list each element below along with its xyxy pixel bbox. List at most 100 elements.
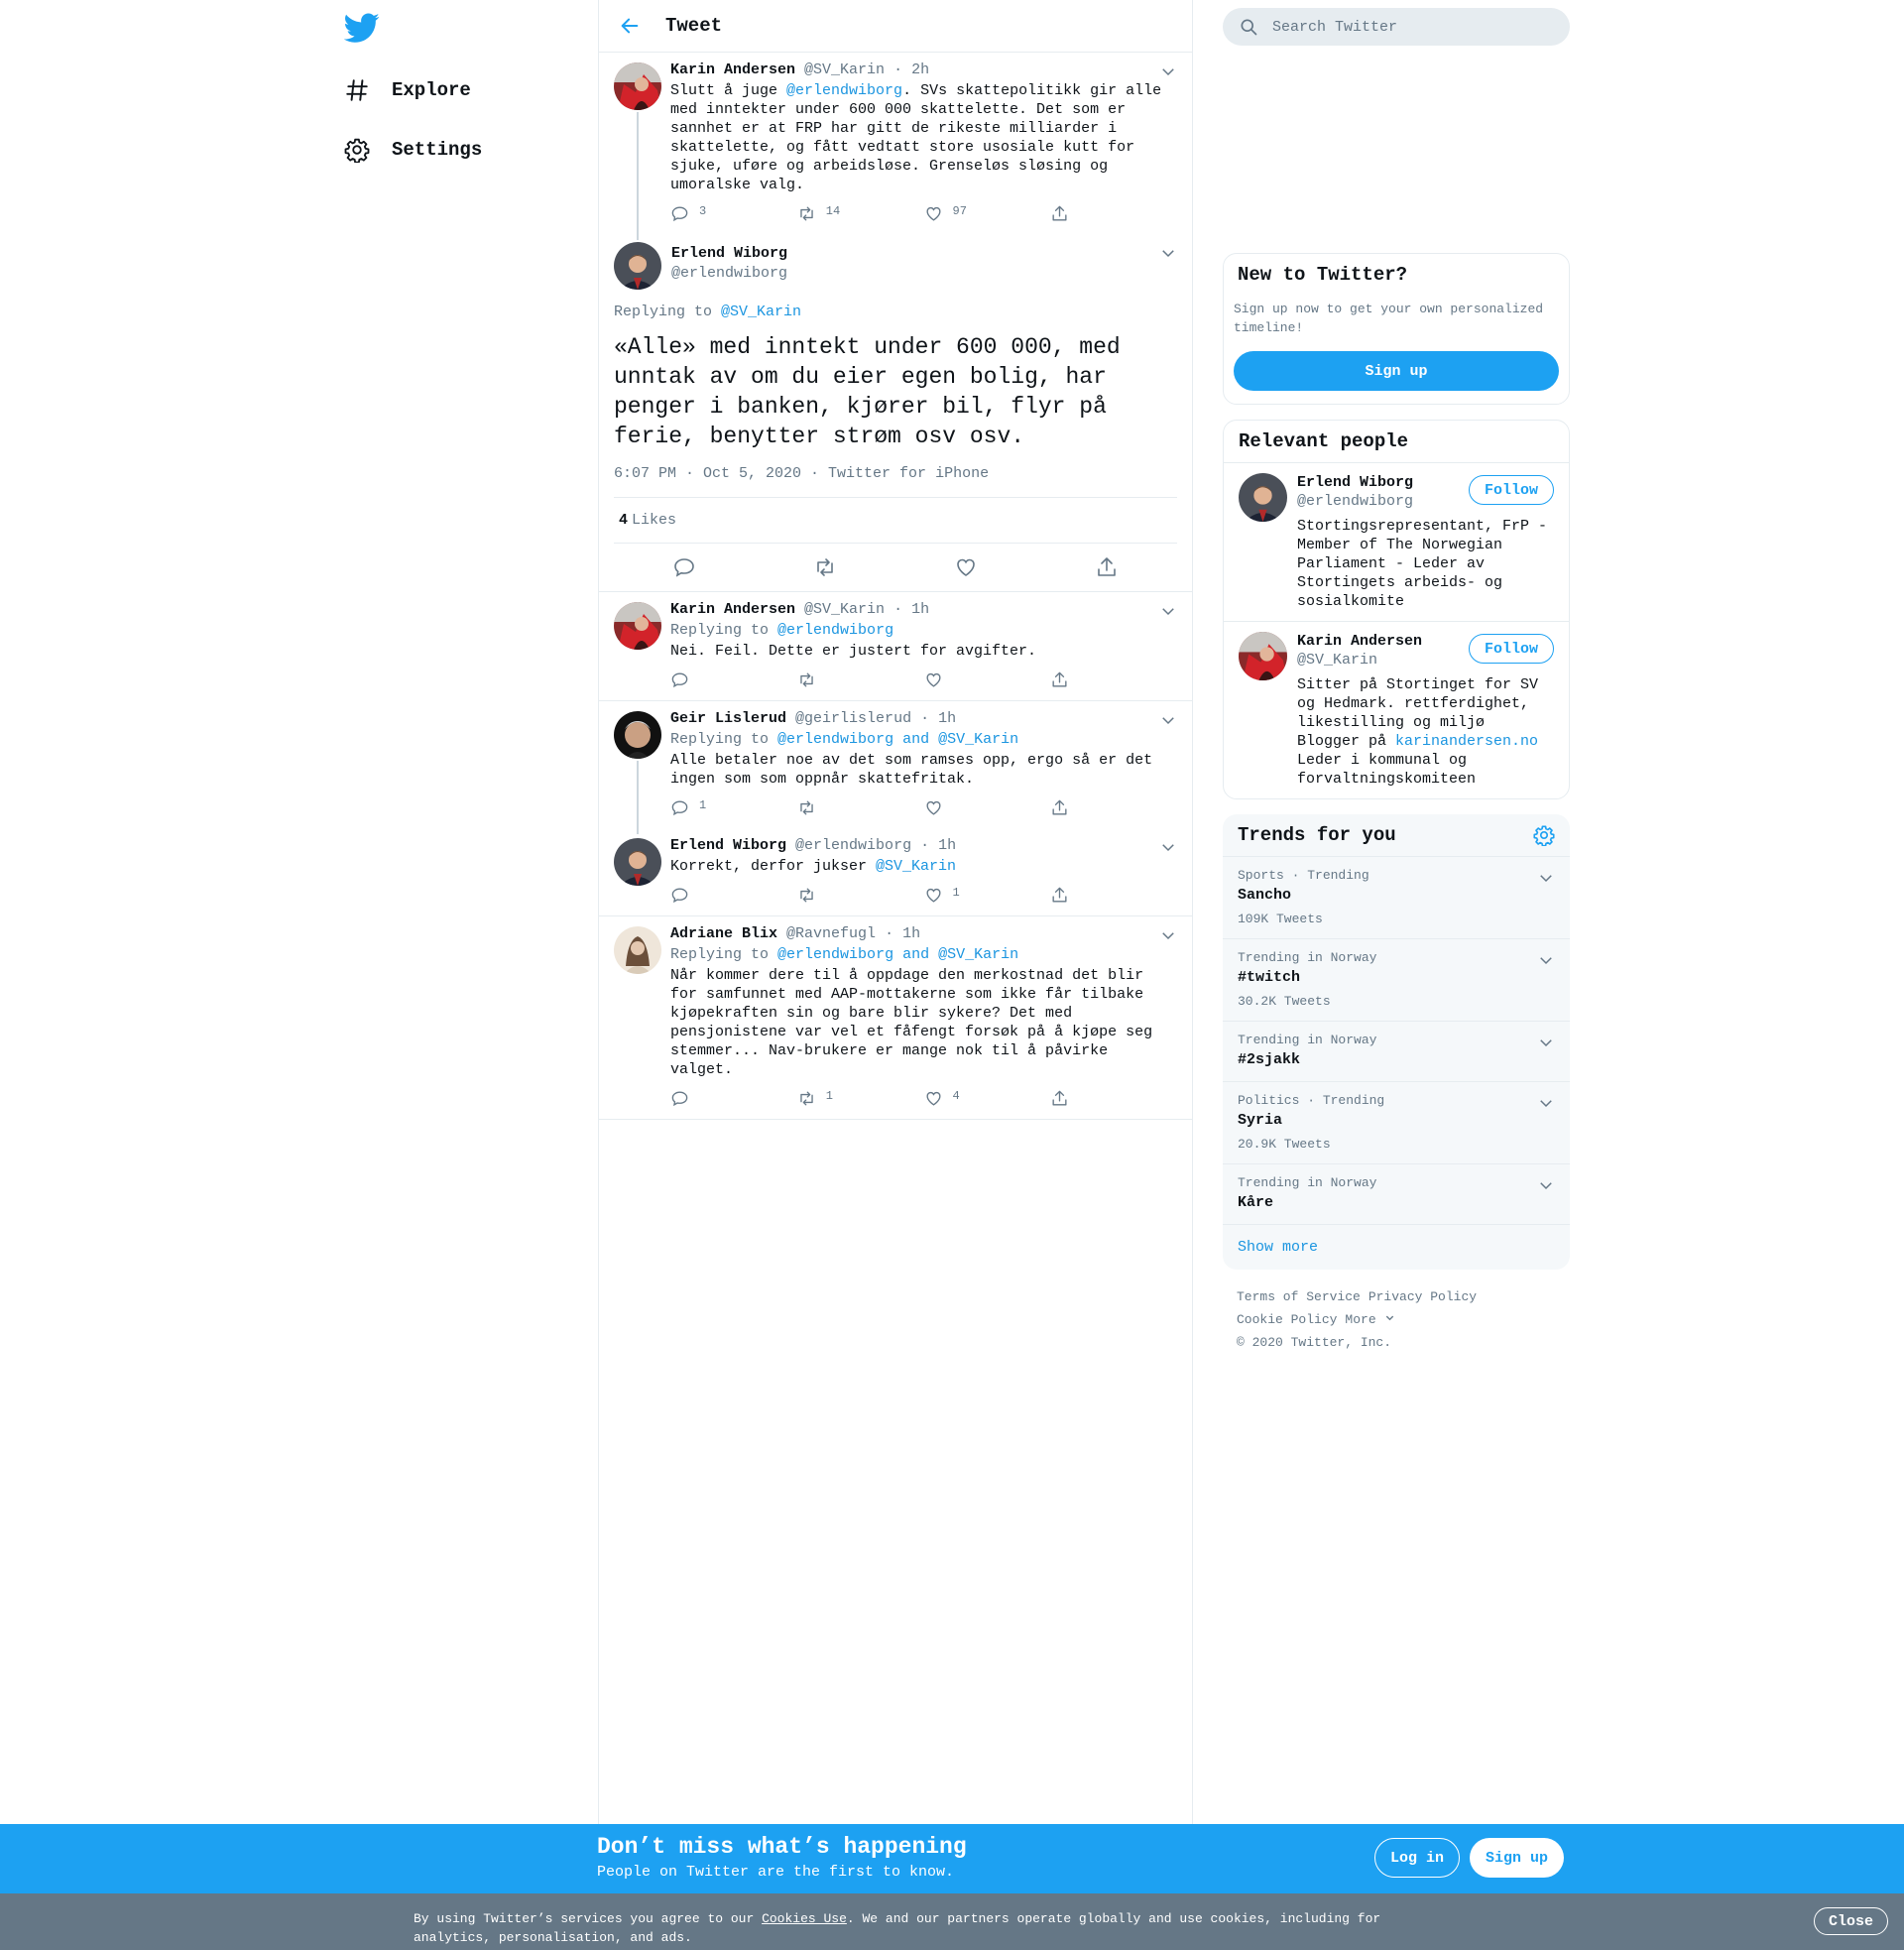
retweet-button[interactable] <box>797 886 924 906</box>
author-name[interactable]: Geir Lislerud <box>670 710 786 727</box>
chevron-down-icon[interactable] <box>1159 244 1177 262</box>
sign-up-button[interactable]: Sign up <box>1234 351 1559 391</box>
share-icon[interactable] <box>1095 555 1119 579</box>
chevron-down-icon[interactable] <box>1537 869 1555 887</box>
show-more-link[interactable]: Show more <box>1223 1225 1570 1270</box>
author-handle[interactable]: @erlendwiborg <box>671 264 787 283</box>
chevron-down-icon[interactable] <box>1537 951 1555 969</box>
chevron-down-icon[interactable] <box>1159 711 1177 729</box>
timestamp-link[interactable]: 6:07 PM · Oct 5, 2020 <box>614 465 801 482</box>
reply-tweet[interactable]: Geir Lislerud @geirlislerud · 1h Replyin… <box>599 701 1192 834</box>
avatar[interactable] <box>614 926 661 974</box>
cookies-use-link[interactable]: Cookies Use <box>762 1911 847 1926</box>
retweet-icon[interactable] <box>813 555 837 579</box>
twitter-bird-icon[interactable] <box>344 10 380 46</box>
replying-and[interactable]: and <box>902 946 929 963</box>
reply-tweet[interactable]: Karin Andersen @SV_Karin · 1h Replying t… <box>599 592 1192 701</box>
reply-button[interactable] <box>670 1089 797 1109</box>
search-box[interactable] <box>1223 8 1570 46</box>
avatar[interactable] <box>614 62 661 110</box>
mention-link[interactable]: @SV_Karin <box>876 858 956 875</box>
reply-button[interactable]: 1 <box>670 798 797 818</box>
trend-item[interactable]: Trending in Norway #twitch 30.2K Tweets <box>1223 939 1570 1022</box>
retweet-button[interactable] <box>797 798 924 818</box>
mention-link[interactable]: @erlendwiborg <box>786 82 902 99</box>
author-handle[interactable]: @erlendwiborg <box>795 837 911 854</box>
avatar[interactable] <box>1239 632 1287 680</box>
mention-link[interactable]: @erlendwiborg <box>777 731 893 748</box>
mention-link[interactable]: @erlendwiborg <box>777 946 893 963</box>
cookie-policy-link[interactable]: Cookie Policy <box>1237 1312 1337 1327</box>
replying-and[interactable]: and <box>902 731 929 748</box>
back-button[interactable] <box>614 10 646 42</box>
privacy-link[interactable]: Privacy Policy <box>1368 1289 1477 1304</box>
tweet-time[interactable]: 1h <box>938 710 956 727</box>
mention-link[interactable]: @SV_Karin <box>938 946 1018 963</box>
author-name[interactable]: Erlend Wiborg <box>671 244 787 264</box>
search-input[interactable] <box>1272 18 1540 36</box>
trend-item[interactable]: Politics · Trending Syria 20.9K Tweets <box>1223 1082 1570 1164</box>
chevron-down-icon[interactable] <box>1537 1176 1555 1194</box>
author-handle[interactable]: @geirlislerud <box>795 710 911 727</box>
author-handle[interactable]: @SV_Karin <box>804 61 885 78</box>
tweet-time[interactable]: 1h <box>938 837 956 854</box>
tweet-time[interactable]: 1h <box>911 601 929 618</box>
tweet-time[interactable]: 1h <box>902 925 920 942</box>
like-button[interactable]: 97 <box>924 204 1051 224</box>
likes-summary[interactable]: 4 Likes <box>614 498 1177 544</box>
person-item[interactable]: Karin Andersen @SV_Karin Sitter på Stort… <box>1224 622 1569 798</box>
chevron-down-icon[interactable] <box>1159 838 1177 856</box>
author-name[interactable]: Erlend Wiborg <box>670 837 786 854</box>
reply-button[interactable] <box>670 670 797 690</box>
follow-button[interactable]: Follow <box>1468 634 1554 664</box>
chevron-down-icon[interactable] <box>1159 926 1177 944</box>
retweet-button[interactable]: 1 <box>797 1089 924 1109</box>
mention-link[interactable]: @SV_Karin <box>938 731 1018 748</box>
follow-button[interactable]: Follow <box>1468 475 1554 505</box>
nav-explore[interactable]: Explore <box>342 67 590 113</box>
chevron-down-icon[interactable] <box>1159 602 1177 620</box>
terms-link[interactable]: Terms of Service <box>1237 1289 1361 1304</box>
tweet-source[interactable]: Twitter for iPhone <box>828 465 989 482</box>
chevron-down-icon[interactable] <box>1159 62 1177 80</box>
parent-tweet[interactable]: Karin Andersen @SV_Karin · 2h Slutt å ju… <box>599 53 1192 240</box>
like-button[interactable] <box>924 670 1051 690</box>
avatar[interactable] <box>1239 473 1287 522</box>
close-button[interactable]: Close <box>1814 1907 1889 1935</box>
log-in-button[interactable]: Log in <box>1374 1838 1461 1878</box>
chevron-down-icon[interactable] <box>1537 1034 1555 1051</box>
author-handle[interactable]: @Ravnefugl <box>786 925 876 942</box>
reply-tweet[interactable]: Adriane Blix @Ravnefugl · 1h Replying to… <box>599 916 1192 1120</box>
share-button[interactable] <box>1050 886 1177 906</box>
mention-link[interactable]: @SV_Karin <box>721 304 801 320</box>
like-button[interactable]: 4 <box>924 1089 1051 1109</box>
sign-up-button[interactable]: Sign up <box>1470 1838 1565 1878</box>
author-name[interactable]: Adriane Blix <box>670 925 777 942</box>
tweet-time[interactable]: 2h <box>911 61 929 78</box>
author-handle[interactable]: @SV_Karin <box>804 601 885 618</box>
trend-item[interactable]: Sports · Trending Sancho 109K Tweets <box>1223 857 1570 939</box>
reply-button[interactable] <box>670 886 797 906</box>
retweet-button[interactable] <box>797 670 924 690</box>
retweet-button[interactable]: 14 <box>797 204 924 224</box>
trend-item[interactable]: Trending in Norway #2sjakk <box>1223 1022 1570 1082</box>
bio-link[interactable]: karinandersen.no <box>1395 733 1538 750</box>
trend-item[interactable]: Trending in Norway Kåre <box>1223 1164 1570 1225</box>
heart-icon[interactable] <box>954 555 978 579</box>
reply-button[interactable]: 3 <box>670 204 797 224</box>
more-link[interactable]: More <box>1345 1312 1394 1327</box>
share-button[interactable] <box>1050 670 1177 690</box>
avatar[interactable] <box>614 711 661 759</box>
author-name[interactable]: Karin Andersen <box>670 61 795 78</box>
chevron-down-icon[interactable] <box>1537 1094 1555 1112</box>
share-button[interactable] <box>1050 1089 1177 1109</box>
share-button[interactable] <box>1050 204 1177 224</box>
person-item[interactable]: Erlend Wiborg @erlendwiborg Stortingsrep… <box>1224 463 1569 622</box>
avatar[interactable] <box>614 838 661 886</box>
like-button[interactable] <box>924 798 1051 818</box>
avatar[interactable] <box>614 242 661 290</box>
mention-link[interactable]: @erlendwiborg <box>777 622 893 639</box>
like-button[interactable]: 1 <box>924 886 1051 906</box>
nav-settings[interactable]: Settings <box>342 127 590 173</box>
avatar[interactable] <box>614 602 661 650</box>
